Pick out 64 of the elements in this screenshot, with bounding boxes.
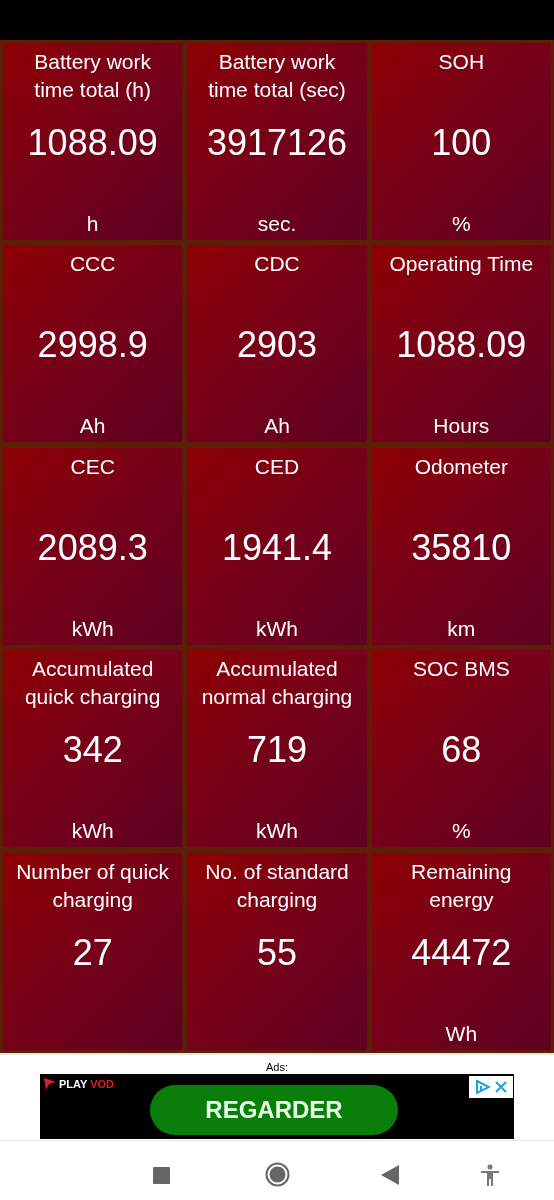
metric-tile[interactable]: Remaining energy 44472 Wh bbox=[371, 852, 551, 1050]
tile-title: CCC bbox=[69, 251, 116, 278]
tile-title: Odometer bbox=[414, 453, 508, 480]
tile-unit: % bbox=[451, 211, 471, 237]
tile-unit: Hours bbox=[433, 413, 490, 440]
tile-value: 44472 bbox=[411, 932, 512, 973]
tile-value: 100 bbox=[431, 123, 492, 163]
tile-unit: Wh bbox=[445, 1020, 478, 1047]
accessibility-icon[interactable] bbox=[480, 1164, 500, 1186]
ad-banner[interactable]: PLAY VOD REGARDER bbox=[40, 1074, 514, 1139]
tile-title: Accumulated quick charging bbox=[23, 656, 162, 711]
metric-tile[interactable]: Battery work time total (h) 1088.09 h bbox=[3, 43, 183, 240]
tile-value: 2089.3 bbox=[37, 527, 148, 568]
tile-value: 35810 bbox=[411, 527, 512, 568]
back-icon[interactable] bbox=[381, 1165, 399, 1185]
metric-tile[interactable]: SOH 100 % bbox=[371, 43, 551, 240]
tile-value: 3917126 bbox=[206, 123, 348, 163]
tile-unit: kWh bbox=[71, 615, 114, 642]
tile-unit: Ah bbox=[79, 413, 106, 440]
tile-title: Operating Time bbox=[389, 251, 534, 278]
tile-title: Accumulated normal charging bbox=[200, 656, 354, 711]
tile-unit: km bbox=[447, 615, 476, 642]
tile-title: Battery work time total (sec) bbox=[207, 49, 347, 103]
tile-value: 342 bbox=[62, 730, 123, 771]
tile-value: 1088.09 bbox=[396, 325, 527, 366]
tile-title: CEC bbox=[70, 453, 115, 480]
tile-unit: % bbox=[451, 818, 471, 845]
tile-title: CDC bbox=[254, 251, 300, 278]
tile-unit: kWh bbox=[256, 818, 298, 845]
tile-value: 27 bbox=[72, 932, 113, 973]
watch-button[interactable]: REGARDER bbox=[150, 1085, 398, 1135]
tile-title: No. of standard charging bbox=[204, 858, 350, 913]
tile-title: Battery work time total (h) bbox=[33, 49, 152, 103]
tile-value: 1088.09 bbox=[27, 123, 158, 163]
play-logo-icon bbox=[43, 1077, 57, 1091]
metric-tile[interactable]: Number of quick charging 27 bbox=[3, 852, 183, 1050]
tile-value: 2998.9 bbox=[37, 325, 148, 366]
tile-value: 55 bbox=[256, 932, 297, 973]
tile-title: CED bbox=[254, 453, 300, 480]
ads-label: Ads: bbox=[266, 1060, 288, 1074]
metric-tile[interactable]: No. of standard charging 55 bbox=[187, 852, 367, 1050]
brand-text: PLAY VOD bbox=[59, 1077, 115, 1091]
ad-info-panel[interactable] bbox=[469, 1076, 513, 1098]
tile-unit: h bbox=[86, 211, 99, 237]
tile-title: SOC BMS bbox=[412, 656, 510, 683]
metric-tile[interactable]: CDC 2903 Ah bbox=[187, 245, 367, 443]
tile-value: 1941.4 bbox=[221, 527, 333, 568]
tile-unit: kWh bbox=[71, 818, 114, 845]
metric-tile[interactable]: Odometer 35810 km bbox=[371, 447, 551, 645]
tile-unit: Ah bbox=[264, 413, 290, 440]
close-icon[interactable] bbox=[493, 1080, 508, 1094]
tile-unit: kWh bbox=[256, 615, 298, 642]
metric-tile[interactable]: CCC 2998.9 Ah bbox=[3, 245, 183, 443]
metric-tile[interactable]: Battery work time total (sec) 3917126 sec. bbox=[187, 43, 367, 240]
tile-value: 68 bbox=[441, 730, 482, 771]
tile-title: Number of quick charging bbox=[15, 858, 171, 913]
tile-title: SOH bbox=[438, 49, 485, 75]
metric-tile[interactable]: Operating Time 1088.09 Hours bbox=[371, 245, 551, 443]
tile-title: Remaining energy bbox=[410, 858, 513, 913]
adchoices-icon[interactable] bbox=[474, 1079, 491, 1095]
tile-value: 2903 bbox=[236, 325, 318, 366]
tile-unit: sec. bbox=[257, 211, 297, 237]
tile-value: 719 bbox=[246, 730, 308, 771]
home-icon[interactable] bbox=[265, 1162, 290, 1187]
